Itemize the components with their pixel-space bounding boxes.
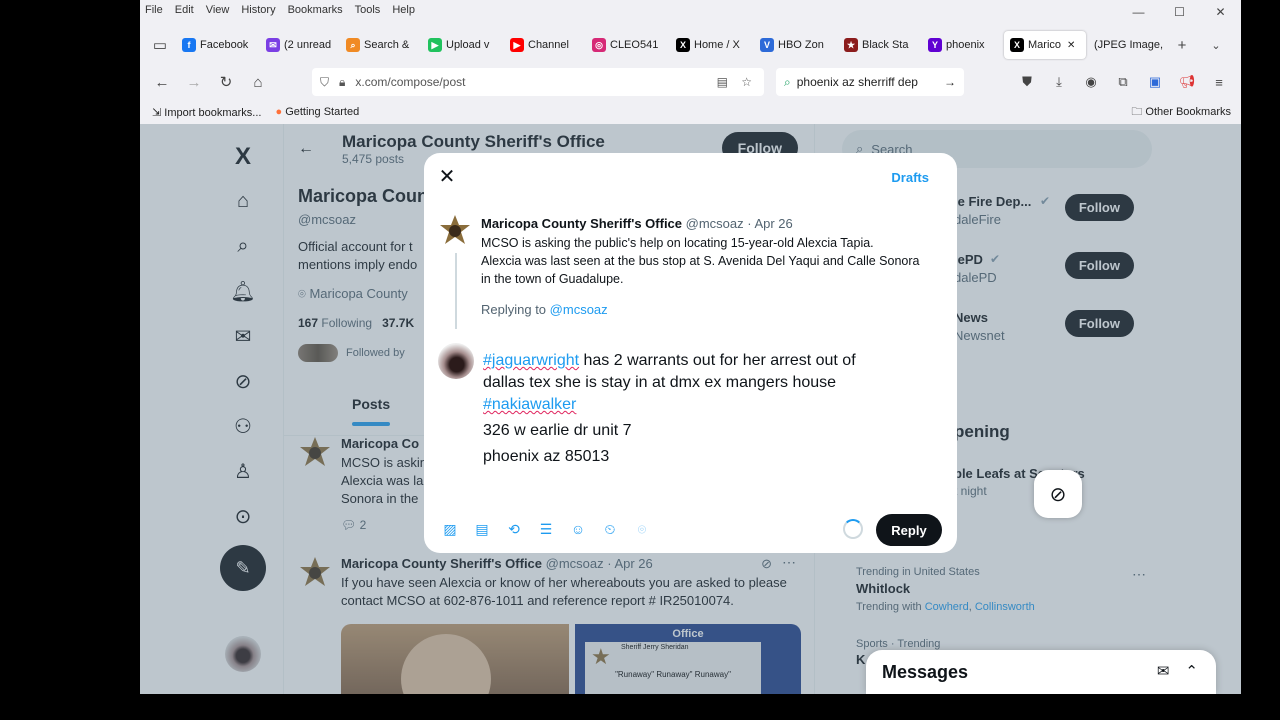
- original-tweet-header: Maricopa County Sheriff's Office @mcsoaz…: [481, 216, 793, 231]
- grok-fab-icon[interactable]: ⊘: [1034, 470, 1082, 518]
- lock-icon: 🔒︎: [339, 74, 346, 89]
- emoji-icon[interactable]: ☺: [566, 517, 590, 541]
- replying-to: Replying to @mcsoaz: [481, 302, 608, 317]
- tab-jpeg[interactable]: (JPEG Image,: [1088, 31, 1164, 59]
- menu-tools[interactable]: Tools: [355, 4, 381, 16]
- search-bar[interactable]: ⌕ phoenix az sherriff dep →: [776, 68, 964, 96]
- search-bar-text: phoenix az sherriff dep: [796, 75, 918, 89]
- tab-mail[interactable]: ✉ (2 unread: [260, 31, 338, 59]
- back-icon[interactable]: ←: [146, 68, 178, 96]
- x-logo-icon: X: [676, 38, 690, 52]
- vimeo-icon: V: [760, 38, 774, 52]
- original-tweet-text: MCSO is asking the public's help on loca…: [481, 236, 920, 286]
- menu-help[interactable]: Help: [392, 4, 415, 16]
- menu-bar: File Edit View History Bookmarks Tools H…: [140, 0, 1241, 20]
- reload-icon[interactable]: ↻: [210, 68, 242, 96]
- tab-bar: ▭ f Facebook ✉ (2 unread ⌕ Search & ▶ Upload…: [140, 30, 1241, 60]
- menu-hamburger-icon[interactable]: ≡: [1207, 68, 1231, 96]
- composer-avatar: [438, 343, 474, 379]
- location-icon[interactable]: ⌾: [630, 517, 654, 541]
- sheriff-badge-icon: [440, 215, 470, 244]
- extensions-icon[interactable]: ⧉: [1111, 68, 1135, 96]
- tab-phoenix[interactable]: Yphoenix: [922, 31, 1002, 59]
- tab-upload[interactable]: ▶ Upload v: [422, 31, 502, 59]
- close-window-icon[interactable]: ✕: [1200, 0, 1241, 24]
- url-text: x.com/compose/post: [355, 75, 466, 89]
- bookmark-star-icon[interactable]: ☆: [741, 75, 752, 89]
- tab-search[interactable]: ⌕ Search &: [340, 31, 420, 59]
- thread-line: [455, 253, 457, 329]
- menu-edit[interactable]: Edit: [175, 4, 194, 16]
- other-bookmarks[interactable]: 🗀︎ Other Bookmarks: [1131, 103, 1231, 122]
- account-icon[interactable]: ◉: [1079, 68, 1103, 96]
- reply-compose-modal: ✕ Drafts Maricopa County Sheriff's Offic…: [424, 153, 957, 553]
- grok-compose-icon[interactable]: ⟲: [502, 517, 526, 541]
- gif-icon[interactable]: ▤: [470, 517, 494, 541]
- new-tab-icon[interactable]: +: [1166, 31, 1198, 59]
- url-bar[interactable]: ⛉ 🔒︎ x.com/compose/post ▤ ☆: [312, 68, 764, 96]
- media-icon[interactable]: ▨: [438, 517, 462, 541]
- schedule-icon[interactable]: ⏲︎: [598, 517, 622, 541]
- menu-bookmarks[interactable]: Bookmarks: [288, 4, 343, 16]
- tab-instagram[interactable]: ◎ CLEO541: [586, 31, 668, 59]
- menu-view[interactable]: View: [206, 4, 230, 16]
- tab-black-star[interactable]: ★ Black Sta: [838, 31, 920, 59]
- youtube-icon: ▶: [510, 38, 524, 52]
- close-icon[interactable]: ✕: [436, 165, 458, 188]
- tab-facebook[interactable]: f Facebook: [176, 31, 258, 59]
- minimize-icon[interactable]: —: [1118, 0, 1159, 24]
- hashtag[interactable]: #jaguarwright: [483, 352, 579, 369]
- reply-button[interactable]: Reply: [876, 514, 942, 546]
- home-icon[interactable]: ⌂: [242, 68, 274, 96]
- x-logo-icon: X: [1010, 38, 1024, 52]
- reply-text-input[interactable]: #jaguarwright has 2 warrants out for her…: [483, 350, 933, 468]
- bookmarks-bar: ⇲ Import bookmarks... ● Getting Started …: [140, 102, 1241, 122]
- bookmark-import[interactable]: ⇲ Import bookmarks...: [152, 106, 261, 119]
- nav-bar: ← → ↻ ⌂ ⛉ 🔒︎ x.com/compose/post ▤ ☆ ⌕ ph…: [140, 66, 1241, 98]
- forward-icon[interactable]: →: [178, 68, 210, 96]
- search-engine-icon: ⌕: [784, 74, 791, 89]
- maximize-icon[interactable]: ☐: [1159, 0, 1200, 24]
- pocket-icon[interactable]: ⛊: [1015, 68, 1039, 96]
- hashtag[interactable]: #nakiawalker: [483, 396, 576, 413]
- shield-icon: ⛉: [320, 74, 330, 89]
- compose-toolbar: ▨ ▤ ⟲ ☰ ☺ ⏲︎ ⌾: [438, 517, 654, 541]
- tab-hbo[interactable]: V HBO Zon: [754, 31, 836, 59]
- tab-list-chevron-icon[interactable]: ⌄: [1200, 31, 1232, 59]
- star-icon: ★: [844, 38, 858, 52]
- tab-overview-icon[interactable]: ▭: [146, 31, 174, 59]
- instagram-icon: ◎: [592, 38, 606, 52]
- extension-badge-icon[interactable]: ▣: [1143, 68, 1167, 96]
- tab-home-x[interactable]: X Home / X: [670, 31, 752, 59]
- drafts-link[interactable]: Drafts: [891, 170, 929, 185]
- search-tab-icon: ⌕: [346, 38, 360, 52]
- poll-icon[interactable]: ☰: [534, 517, 558, 541]
- close-tab-icon[interactable]: ✕: [1067, 40, 1075, 51]
- firefox-icon: ●: [275, 106, 283, 118]
- reader-view-icon[interactable]: ▤: [717, 75, 728, 89]
- menu-history[interactable]: History: [241, 4, 275, 16]
- downloads-icon[interactable]: ⤓: [1047, 68, 1071, 96]
- new-message-icon[interactable]: ✉: [1157, 662, 1170, 680]
- facebook-icon: f: [182, 38, 196, 52]
- mail-icon: ✉: [266, 38, 280, 52]
- menu-file[interactable]: File: [145, 4, 163, 16]
- tab-maricopa-active[interactable]: X Marico ✕: [1004, 31, 1086, 59]
- yahoo-icon: Y: [928, 38, 942, 52]
- tab-channel[interactable]: ▶ Channel: [504, 31, 584, 59]
- search-go-icon[interactable]: →: [944, 75, 956, 89]
- window-controls: — ☐ ✕: [1118, 0, 1241, 24]
- messages-drawer[interactable]: Messages ✉ ⌃: [866, 650, 1216, 694]
- replying-handle[interactable]: @mcsoaz: [550, 302, 608, 317]
- character-count-ring: [843, 519, 863, 539]
- bookmark-getting-started[interactable]: ● Getting Started: [275, 106, 359, 118]
- upload-icon: ▶: [428, 38, 442, 52]
- megaphone-icon[interactable]: 📢︎: [1175, 68, 1199, 96]
- expand-chevron-icon[interactable]: ⌃: [1185, 662, 1198, 680]
- toolbar-icons: ⛊ ⤓ ◉ ⧉ ▣ 📢︎ ≡: [1015, 68, 1231, 96]
